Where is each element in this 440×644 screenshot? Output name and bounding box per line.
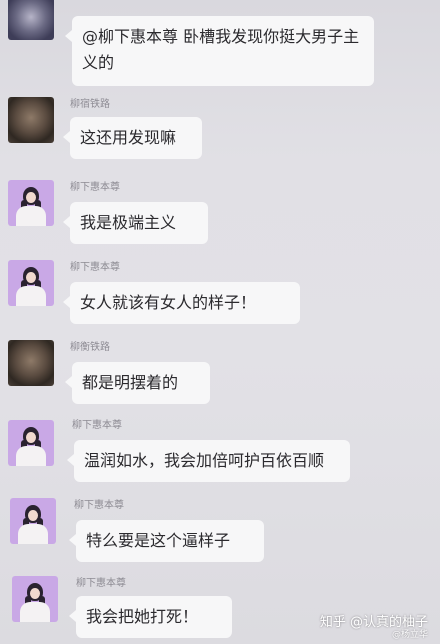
- sender-name: 柳下惠本尊: [70, 262, 120, 273]
- message-bubble[interactable]: 女人就该有女人的样子！: [63, 282, 300, 324]
- watermark-sub: @杨立华: [391, 630, 428, 640]
- message-bubble[interactable]: 特么要是这个逼样子: [69, 520, 264, 562]
- watermark: 知乎 @认真的柚子 @杨立华: [320, 611, 428, 640]
- lilac-avatar-icon[interactable]: [8, 180, 54, 226]
- lilac-avatar-icon[interactable]: [12, 576, 58, 622]
- dark-avatar-icon[interactable]: [8, 97, 54, 143]
- dark-avatar-icon[interactable]: [8, 340, 54, 386]
- sender-name: 柳衡铁路: [70, 342, 110, 353]
- message-bubble[interactable]: 我会把她打死！: [69, 596, 232, 638]
- sender-name: 柳下惠本尊: [74, 500, 124, 511]
- message-bubble[interactable]: 这还用发现嘛: [63, 117, 202, 159]
- sender-name: 柳宿铁路: [70, 99, 110, 110]
- chat-log: @柳下惠本尊 卧槽我发现你挺大男子主义的 柳宿铁路 这还用发现嘛 柳下惠本尊 我…: [0, 0, 440, 644]
- lilac-avatar-icon[interactable]: [10, 498, 56, 544]
- message-bubble[interactable]: 温润如水，我会加倍呵护百依百顺: [67, 440, 350, 482]
- sender-name: 柳下惠本尊: [76, 578, 126, 589]
- sender-name: 柳下惠本尊: [72, 420, 122, 431]
- lilac-avatar-icon[interactable]: [8, 260, 54, 306]
- message-bubble[interactable]: @柳下惠本尊 卧槽我发现你挺大男子主义的: [65, 16, 374, 86]
- message-bubble[interactable]: 都是明摆着的: [65, 362, 210, 404]
- message-bubble[interactable]: 我是极端主义: [63, 202, 208, 244]
- lilac-avatar-icon[interactable]: [8, 420, 54, 466]
- blurred-avatar-icon[interactable]: [8, 0, 54, 40]
- sender-name: 柳下惠本尊: [70, 182, 120, 193]
